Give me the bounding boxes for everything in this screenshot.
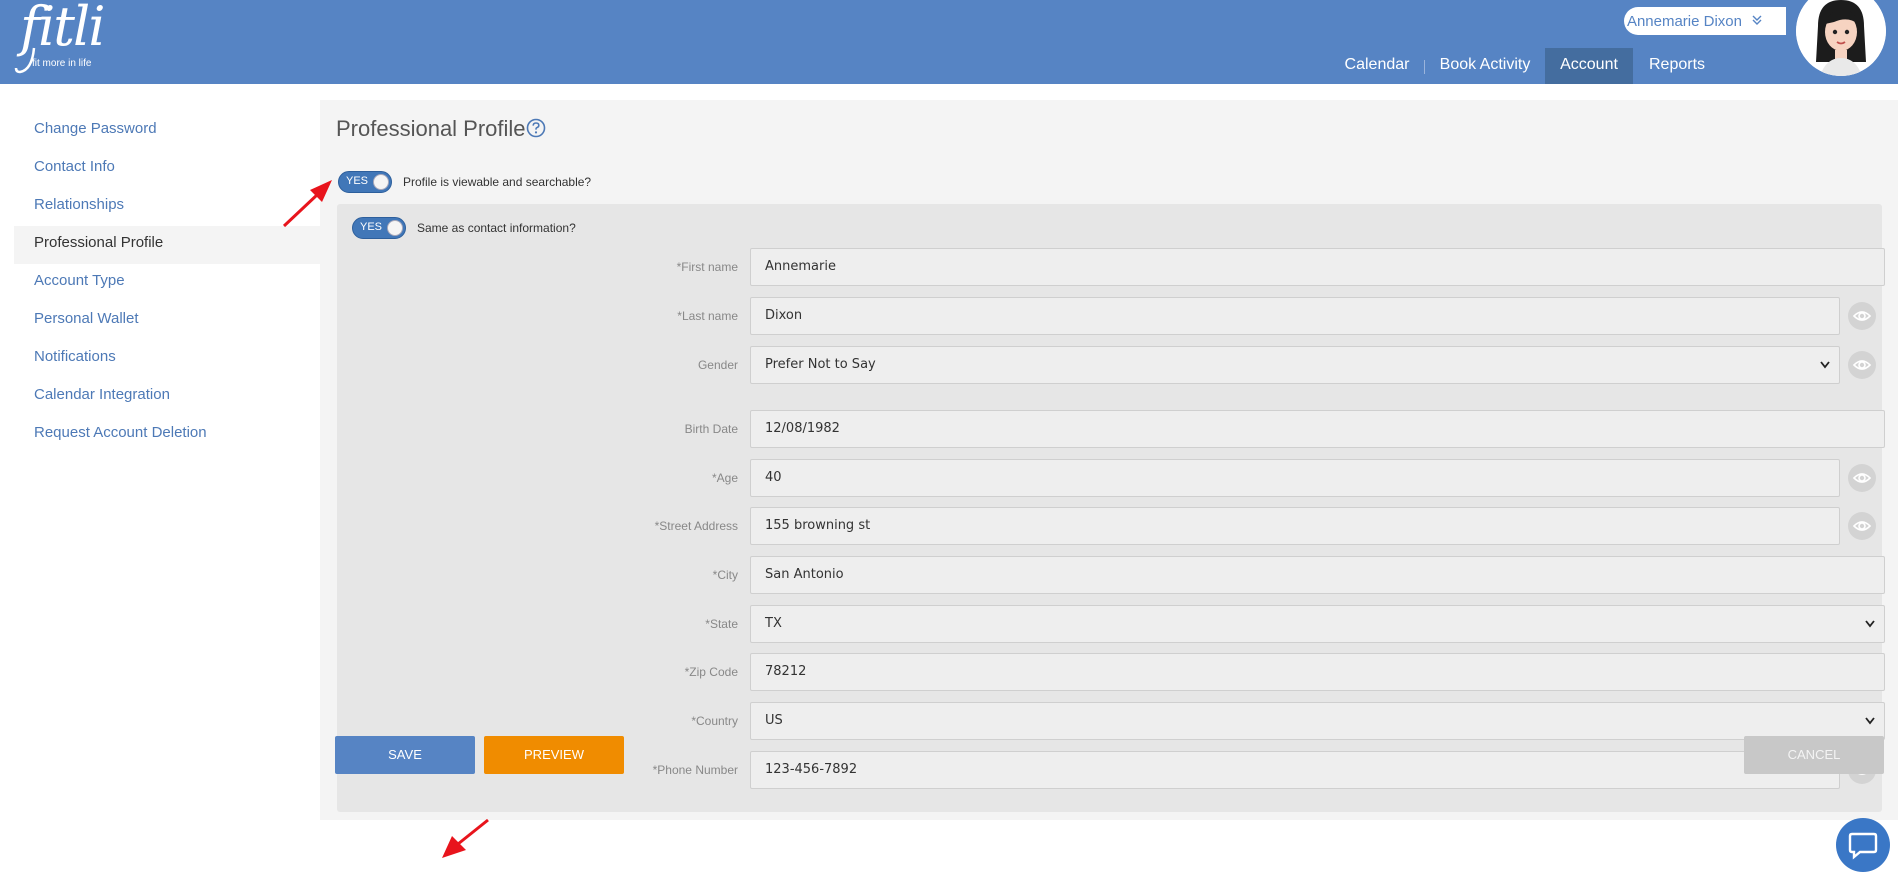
avatar-illustration [1796, 0, 1886, 76]
help-icon[interactable] [526, 118, 546, 138]
age-field[interactable]: 40 [750, 459, 1840, 497]
last-name-field[interactable]: Dixon [750, 297, 1840, 335]
sidebar-item-notifications[interactable]: Notifications [14, 340, 320, 378]
zip-code-label: *Zip Code [684, 665, 738, 679]
same-as-contact-label: Same as contact information? [417, 221, 576, 235]
city-field[interactable]: San Antonio [750, 556, 1885, 594]
chat-icon [1848, 832, 1878, 860]
profile-viewable-label: Profile is viewable and searchable? [403, 175, 592, 189]
country-value: US [765, 713, 783, 728]
avatar[interactable] [1796, 0, 1886, 76]
chevron-down-icon [1819, 347, 1831, 398]
phone-number-field[interactable]: 123-456-7892 [750, 751, 1840, 789]
arrow-annotation [282, 180, 332, 228]
sidebar-item-calendar-integration[interactable]: Calendar Integration [14, 378, 320, 416]
zip-code-field[interactable]: 78212 [750, 653, 1885, 691]
profile-form-panel: YES Same as contact information? *First … [337, 204, 1885, 812]
sidebar-item-relationships[interactable]: Relationships [14, 188, 320, 226]
sidebar-item-change-password[interactable]: Change Password [14, 112, 320, 150]
age-visibility-toggle[interactable] [1848, 464, 1876, 492]
country-label: *Country [691, 714, 738, 728]
fitli-logo[interactable]: fitli fit more in life [14, 0, 105, 74]
sidebar-item-request-account-deletion[interactable]: Request Account Deletion [14, 416, 320, 454]
save-button[interactable]: SAVE [335, 736, 475, 774]
first-name-field[interactable]: Annemarie [750, 248, 1885, 286]
logo-tagline: fit more in life [32, 58, 92, 69]
page-title: Professional Profile [336, 116, 526, 141]
toggle-knob [373, 174, 389, 190]
preview-button[interactable]: PREVIEW [484, 736, 624, 774]
first-name-label: *First name [676, 260, 738, 274]
eye-icon [1852, 473, 1872, 483]
double-chevron-down-icon [1752, 15, 1762, 28]
main-content: Professional Profile YES Profile is view… [320, 100, 1898, 820]
street-address-label: *Street Address [654, 519, 738, 533]
toggle-state: YES [346, 175, 369, 187]
gender-value: Prefer Not to Say [765, 357, 876, 372]
sidebar-item-contact-info[interactable]: Contact Info [14, 150, 320, 188]
nav-book-activity[interactable]: Book Activity [1430, 48, 1540, 84]
gender-label: Gender [697, 358, 738, 372]
nav-reports[interactable]: Reports [1640, 48, 1714, 84]
eye-icon [1852, 311, 1872, 321]
user-name: Annemarie Dixon [1626, 12, 1742, 30]
chevron-down-icon [1864, 606, 1876, 657]
sidebar-item-personal-wallet[interactable]: Personal Wallet [14, 302, 320, 340]
nav-calendar[interactable]: Calendar [1334, 48, 1420, 84]
birth-date-label: Birth Date [684, 422, 738, 436]
state-value: TX [765, 616, 782, 631]
profile-viewable-toggle[interactable]: YES [338, 171, 392, 193]
toggle-knob [387, 220, 403, 236]
sidebar-item-professional-profile[interactable]: Professional Profile [14, 226, 320, 264]
city-label: *City [712, 568, 738, 582]
street-visibility-toggle[interactable] [1848, 512, 1876, 540]
street-address-field[interactable]: 155 browning st [750, 507, 1840, 545]
state-label: *State [705, 617, 738, 631]
toggle-state: YES [360, 221, 383, 233]
cancel-button[interactable]: CANCEL [1744, 736, 1884, 774]
country-select[interactable]: US [750, 702, 1885, 740]
state-select[interactable]: TX [750, 605, 1885, 643]
gender-visibility-toggle[interactable] [1848, 351, 1876, 379]
last-name-visibility-toggle[interactable] [1848, 302, 1876, 330]
eye-icon [1852, 360, 1872, 370]
arrow-annotation [442, 818, 489, 858]
chat-widget-button[interactable] [1836, 818, 1890, 872]
nav-account[interactable]: Account [1545, 48, 1633, 84]
account-sidebar: Change Password Contact Info Relationshi… [14, 112, 320, 454]
birth-date-field[interactable]: 12/08/1982 [750, 410, 1885, 448]
user-menu[interactable]: Annemarie Dixon [1624, 7, 1786, 35]
same-as-contact-toggle[interactable]: YES [352, 217, 406, 239]
sidebar-item-account-type[interactable]: Account Type [14, 264, 320, 302]
eye-icon [1852, 521, 1872, 531]
gender-select[interactable]: Prefer Not to Say [750, 346, 1840, 384]
nav-separator [1424, 60, 1425, 74]
age-label: *Age [711, 471, 738, 485]
app-header: fitli fit more in life Annemarie Dixon C… [0, 0, 1898, 84]
last-name-label: *Last name [677, 309, 738, 323]
